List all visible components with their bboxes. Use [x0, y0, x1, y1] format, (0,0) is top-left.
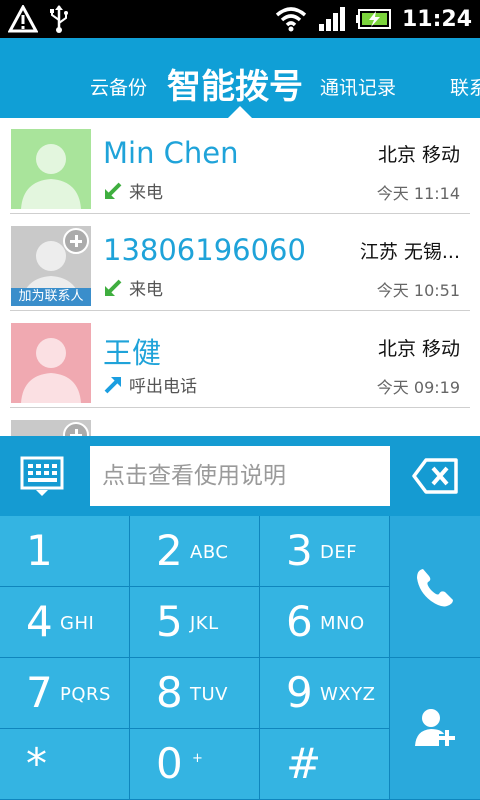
list-item[interactable]: Min Chen 来电 北京 移动 今天 11:14	[0, 118, 480, 214]
key-digit: 2	[156, 526, 183, 575]
avatar[interactable]	[11, 323, 91, 403]
tab-cloud-backup[interactable]: 云备份	[90, 73, 147, 100]
caller-location: 北京 移动	[377, 144, 460, 166]
call-type: 呼出电话	[103, 372, 197, 397]
backspace-icon[interactable]	[412, 458, 458, 494]
call-button[interactable]	[390, 516, 480, 658]
key-digit: 1	[26, 526, 53, 575]
tab-smart-dial[interactable]: 智能拨号	[167, 59, 303, 108]
warning-icon	[8, 4, 38, 34]
call-type-label: 来电	[129, 183, 163, 203]
key-digit: 7	[26, 668, 53, 717]
battery-charging-icon	[355, 4, 392, 34]
incoming-call-icon	[105, 279, 122, 296]
key-letters: JKL	[190, 613, 219, 634]
dial-input-row	[0, 436, 480, 516]
call-type-label: 呼出电话	[129, 377, 197, 397]
incoming-call-icon	[105, 182, 122, 199]
call-time: 今天 09:19	[376, 378, 460, 397]
key-letters: TUV	[190, 684, 228, 705]
avatar[interactable]	[11, 129, 91, 209]
key-digit: 9	[286, 668, 313, 717]
key-hash[interactable]: #	[260, 729, 390, 800]
add-contact-icon	[415, 709, 455, 746]
divider	[10, 310, 470, 311]
tab-call-log[interactable]: 通讯记录	[320, 73, 396, 100]
key-letters: +	[192, 751, 204, 766]
usb-icon	[48, 4, 70, 34]
key-8[interactable]: 8 TUV	[130, 658, 260, 729]
contact-name: 王健	[103, 336, 162, 370]
avatar[interactable]	[11, 420, 91, 436]
list-item[interactable]	[0, 409, 480, 436]
call-time: 今天 10:51	[376, 281, 460, 300]
list-item[interactable]: 王健 呼出电话 北京 移动 今天 09:19	[0, 312, 480, 408]
contact-name: Min Chen	[103, 136, 239, 170]
key-digit: 5	[156, 597, 183, 646]
signal-icon	[318, 4, 346, 34]
key-1[interactable]: 1	[0, 516, 130, 587]
call-log-list: Min Chen 来电 北京 移动 今天 11:14 加为联系人 1380619…	[0, 118, 480, 436]
key-letters: ABC	[190, 542, 229, 563]
phone-icon	[417, 569, 453, 607]
key-digit: 0	[156, 739, 183, 788]
contact-name: 13806196060	[103, 233, 306, 267]
key-digit: #	[286, 739, 322, 788]
key-star[interactable]: *	[0, 729, 130, 800]
key-6[interactable]: 6 MNO	[260, 587, 390, 658]
divider	[10, 213, 470, 214]
call-time: 今天 11:14	[376, 184, 460, 203]
key-5[interactable]: 5 JKL	[130, 587, 260, 658]
key-0[interactable]: 0 +	[130, 729, 260, 800]
key-9[interactable]: 9 WXYZ	[260, 658, 390, 729]
add-contact-button[interactable]	[390, 658, 480, 800]
key-7[interactable]: 7 PQRS	[0, 658, 130, 729]
key-letters: GHI	[60, 613, 95, 634]
key-digit: *	[26, 739, 47, 788]
key-3[interactable]: 3 DEF	[260, 516, 390, 587]
key-letters: MNO	[320, 613, 365, 634]
add-to-contacts-label: 加为联系人	[11, 288, 91, 306]
tab-contacts[interactable]: 联系	[450, 73, 480, 100]
dial-panel: 1 2 ABC 3 DEF 4 GHI 5 JKL 6 MNO 7 PQRS 8 TUV 9W…	[0, 436, 480, 800]
clock: 11:24	[401, 6, 472, 32]
key-letters: DEF	[320, 542, 358, 563]
caller-location: 江苏 无锡...	[359, 241, 460, 263]
key-digit: 3	[286, 526, 313, 575]
dial-input[interactable]	[90, 446, 390, 506]
key-digit: 8	[156, 668, 183, 717]
keypad: 1 2 ABC 3 DEF 4 GHI 5 JKL 6 MNO 7 PQRS 8 TUV 9W…	[0, 516, 480, 800]
key-2[interactable]: 2 ABC	[130, 516, 260, 587]
key-letters: PQRS	[60, 684, 111, 705]
call-type-label: 来电	[129, 280, 163, 300]
outgoing-call-icon	[104, 376, 121, 393]
active-tab-indicator	[228, 106, 252, 118]
key-letters: WXYZ	[320, 684, 376, 705]
wifi-icon	[274, 4, 308, 34]
call-type: 来电	[103, 275, 163, 300]
list-item[interactable]: 加为联系人 13806196060 来电 江苏 无锡... 今天 10:51	[0, 215, 480, 311]
caller-location: 北京 移动	[377, 338, 460, 360]
avatar[interactable]: 加为联系人	[11, 226, 91, 306]
call-type: 来电	[103, 178, 163, 203]
status-bar: 11:24	[0, 0, 480, 38]
key-digit: 6	[286, 597, 313, 646]
key-digit: 4	[26, 597, 53, 646]
divider	[10, 407, 470, 408]
key-4[interactable]: 4 GHI	[0, 587, 130, 658]
keyboard-toggle-icon[interactable]	[20, 456, 68, 500]
add-contact-icon	[63, 228, 89, 254]
